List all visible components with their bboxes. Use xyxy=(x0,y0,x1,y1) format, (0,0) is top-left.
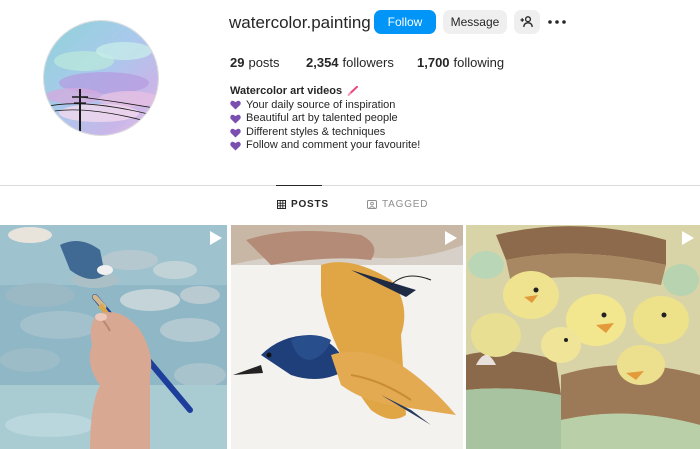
followers-label: followers xyxy=(342,55,394,70)
bio-line: Your daily source of inspiration xyxy=(230,99,420,113)
bio-line-text: Follow and comment your favourite! xyxy=(246,139,421,152)
add-user-button[interactable] xyxy=(514,10,540,34)
bio-line: Different styles & techniques xyxy=(230,126,420,140)
following-count: 1,700 xyxy=(417,55,450,70)
more-options-button[interactable] xyxy=(546,10,568,34)
tab-posts[interactable]: POSTS xyxy=(277,199,329,210)
tab-tagged[interactable]: TAGGED xyxy=(367,199,428,210)
post-tile[interactable] xyxy=(231,225,463,449)
post-tile[interactable] xyxy=(0,225,227,449)
bio-line: Follow and comment your favourite! xyxy=(230,139,420,153)
avatar-image xyxy=(44,21,158,135)
profile-bio: Watercolor art videos Your daily source … xyxy=(230,85,420,153)
bio-title-row: Watercolor art videos xyxy=(230,85,420,99)
tabs-divider xyxy=(0,185,700,186)
active-tab-indicator xyxy=(276,185,322,186)
posts-count: 29 xyxy=(230,55,245,70)
bio-title: Watercolor art videos xyxy=(230,85,343,97)
bio-line: Beautiful art by talented people xyxy=(230,112,420,126)
more-icon xyxy=(548,20,566,24)
grid-icon xyxy=(277,200,286,209)
follow-button[interactable]: Follow xyxy=(374,10,436,34)
posts-label: posts xyxy=(248,55,280,70)
profile-username: watercolor.painting xyxy=(229,13,371,32)
bio-line-text: Different styles & techniques xyxy=(246,125,386,138)
tagged-icon xyxy=(367,200,377,209)
add-user-icon xyxy=(520,16,533,28)
post-thumbnail xyxy=(231,225,463,449)
message-button[interactable]: Message xyxy=(443,10,507,34)
purple-heart-icon xyxy=(230,101,241,110)
followers-count: 2,354 xyxy=(306,55,339,70)
paintbrush-icon xyxy=(347,86,359,97)
bio-line-text: Your daily source of inspiration xyxy=(246,98,396,111)
purple-heart-icon xyxy=(230,114,241,124)
stat-following[interactable]: 1,700 following xyxy=(417,55,504,70)
post-thumbnail xyxy=(0,225,227,449)
stat-followers[interactable]: 2,354 followers xyxy=(306,55,417,70)
tab-posts-label: POSTS xyxy=(291,199,329,210)
post-tile[interactable] xyxy=(466,225,700,449)
purple-heart-icon xyxy=(230,141,241,151)
stat-posts: 29 posts xyxy=(230,55,306,70)
profile-stats: 29 posts 2,354 followers 1,700 following xyxy=(230,55,504,70)
following-label: following xyxy=(453,55,505,70)
bio-line-text: Beautiful art by talented people xyxy=(246,112,398,125)
profile-avatar[interactable] xyxy=(43,20,159,136)
post-thumbnail xyxy=(466,225,700,449)
tab-tagged-label: TAGGED xyxy=(382,199,429,210)
posts-grid xyxy=(0,225,700,449)
purple-heart-icon xyxy=(230,128,241,138)
